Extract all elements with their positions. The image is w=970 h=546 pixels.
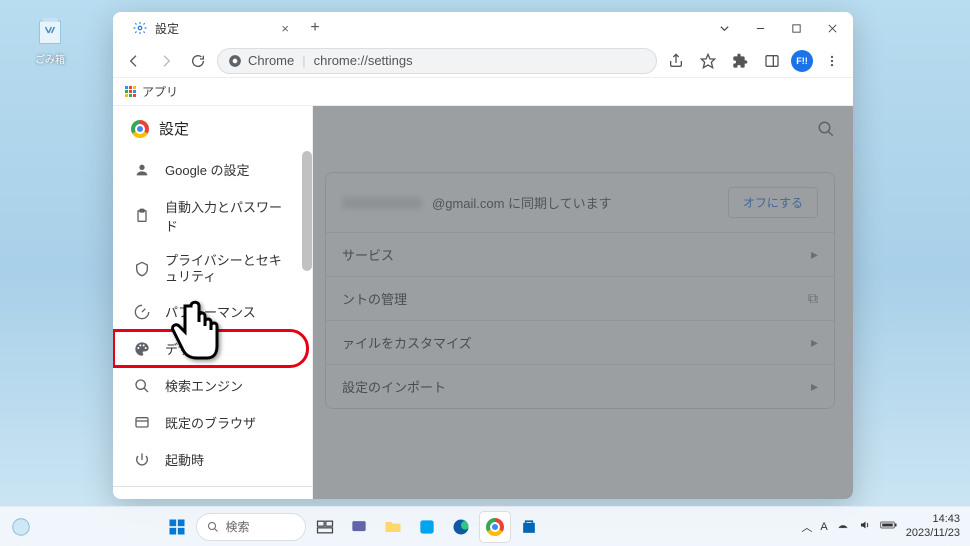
settings-search-button[interactable] xyxy=(817,120,835,143)
sidebar-scrollbar[interactable] xyxy=(302,151,312,271)
address-path: chrome://settings xyxy=(314,53,413,68)
clipboard-icon xyxy=(133,207,151,225)
taskbar-clock[interactable]: 14:43 2023/11/23 xyxy=(906,513,960,539)
forward-button[interactable] xyxy=(153,48,179,74)
address-prefix: Chrome xyxy=(248,53,294,68)
back-button[interactable] xyxy=(121,48,147,74)
reload-button[interactable] xyxy=(185,48,211,74)
taskbar: 検索 ︿ A 14:43 2023/11/23 xyxy=(0,506,970,546)
chrome-icon xyxy=(228,54,242,68)
sidebar-item-startup[interactable]: 起動時 xyxy=(113,441,302,478)
tab-close-icon[interactable]: × xyxy=(281,21,289,36)
taskbar-search[interactable]: 検索 xyxy=(196,513,306,541)
tray-network-icon[interactable] xyxy=(836,519,850,534)
bookmarks-bar: アプリ xyxy=(113,78,853,106)
weather-widget-icon[interactable] xyxy=(10,516,32,538)
person-icon xyxy=(133,161,151,179)
taskbar-chat-icon[interactable] xyxy=(344,512,374,542)
shield-icon xyxy=(133,260,151,278)
chevron-right-icon: ▸ xyxy=(811,334,818,351)
recycle-bin-icon xyxy=(32,12,68,48)
chevron-right-icon: ▸ xyxy=(811,246,818,263)
palette-icon xyxy=(133,340,151,358)
window-maximize-button[interactable] xyxy=(781,14,811,42)
sidebar-item-design[interactable]: デザイン xyxy=(113,330,308,367)
tray-chevron-icon[interactable]: ︿ xyxy=(801,519,812,535)
recycle-bin-desktop-icon[interactable]: ごみ箱 xyxy=(30,12,70,66)
sidebar-item-language[interactable]: 言語 xyxy=(113,495,302,499)
taskbar-store-icon[interactable] xyxy=(514,512,544,542)
titlebar: 設定 × + xyxy=(113,12,853,44)
tray-volume-icon[interactable] xyxy=(858,519,872,534)
settings-sidebar: 設定 Google の設定 自動入力とパスワード プライバシーとセキュリティ パ… xyxy=(113,106,313,499)
start-button[interactable] xyxy=(162,512,192,542)
external-link-icon: ⧉ xyxy=(808,290,818,307)
tab-title: 設定 xyxy=(155,20,179,37)
sidebar-item-search[interactable]: 検索エンジン xyxy=(113,367,302,404)
bookmark-star-button[interactable] xyxy=(695,48,721,74)
taskbar-chrome-icon[interactable] xyxy=(480,512,510,542)
browser-tab[interactable]: 設定 × xyxy=(121,12,301,44)
card-row-services[interactable]: サービス▸ xyxy=(326,233,834,277)
chrome-window: 設定 × + Chrome | chrome://settings F!! アプ… xyxy=(113,12,853,499)
tray-battery-icon[interactable] xyxy=(880,520,898,533)
sidebar-item-google[interactable]: Google の設定 xyxy=(113,151,302,188)
search-icon xyxy=(133,377,151,395)
sync-off-button[interactable]: オフにする xyxy=(728,187,818,218)
address-bar[interactable]: Chrome | chrome://settings xyxy=(217,48,657,74)
recycle-bin-label: ごみ箱 xyxy=(30,51,70,66)
side-panel-button[interactable] xyxy=(759,48,785,74)
sidebar-item-autofill[interactable]: 自動入力とパスワード xyxy=(113,188,302,244)
power-icon xyxy=(133,451,151,469)
share-button[interactable] xyxy=(663,48,689,74)
sidebar-item-privacy[interactable]: プライバシーとセキュリティ xyxy=(113,244,302,293)
taskbar-edge-icon[interactable] xyxy=(446,512,476,542)
taskbar-app-icon[interactable] xyxy=(412,512,442,542)
chrome-menu-button[interactable] xyxy=(819,48,845,74)
profile-avatar[interactable]: F!! xyxy=(791,50,813,72)
sidebar-title: 設定 xyxy=(113,106,312,151)
chevron-right-icon: ▸ xyxy=(811,378,818,395)
apps-label[interactable]: アプリ xyxy=(142,83,178,100)
browser-icon xyxy=(133,414,151,432)
settings-main: @gmail.com に同期しています オフにする サービス▸ ントの管理⧉ ァ… xyxy=(313,106,853,499)
system-tray: ︿ A 14:43 2023/11/23 xyxy=(801,513,960,539)
taskbar-explorer-icon[interactable] xyxy=(378,512,408,542)
new-tab-button[interactable]: + xyxy=(301,19,329,37)
toolbar: Chrome | chrome://settings F!! xyxy=(113,44,853,78)
chrome-logo-icon xyxy=(131,120,149,138)
card-row-customize-profile[interactable]: ァイルをカスタマイズ▸ xyxy=(326,321,834,365)
window-close-button[interactable] xyxy=(817,14,847,42)
extensions-button[interactable] xyxy=(727,48,753,74)
task-view-button[interactable] xyxy=(310,512,340,542)
sync-status-row: @gmail.com に同期しています オフにする xyxy=(326,173,834,233)
window-minimize-button[interactable] xyxy=(745,14,775,42)
card-row-account-manage[interactable]: ントの管理⧉ xyxy=(326,277,834,321)
sidebar-item-performance[interactable]: パフォーマンス xyxy=(113,293,302,330)
blurred-email xyxy=(342,197,422,209)
sync-card: @gmail.com に同期しています オフにする サービス▸ ントの管理⧉ ァ… xyxy=(325,172,835,409)
apps-icon[interactable] xyxy=(125,86,136,97)
card-row-import-settings[interactable]: 設定のインポート▸ xyxy=(326,365,834,408)
gauge-icon xyxy=(133,303,151,321)
tray-ime-icon[interactable]: A xyxy=(820,521,827,533)
gear-icon xyxy=(133,21,147,35)
sidebar-item-default-browser[interactable]: 既定のブラウザ xyxy=(113,404,302,441)
window-dropdown-button[interactable] xyxy=(709,14,739,42)
